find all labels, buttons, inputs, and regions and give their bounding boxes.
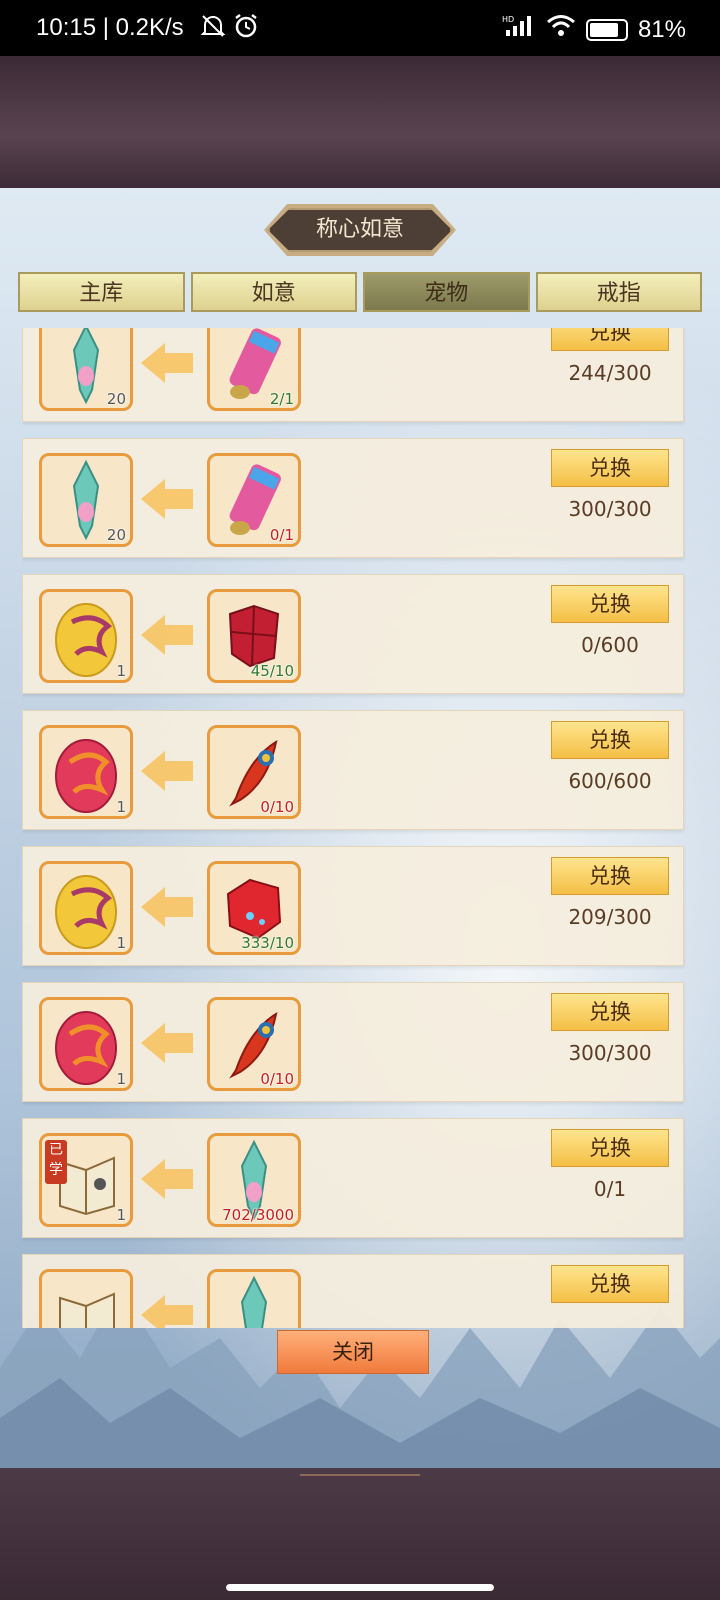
status-right: HD 81% <box>502 14 686 45</box>
reward-count: 20 <box>106 526 126 544</box>
exchange-progress: 300/300 <box>568 497 652 521</box>
learned-badge: 已学 <box>45 1140 67 1184</box>
exchange-button[interactable]: 兑换 <box>551 1265 669 1303</box>
reward-slot[interactable]: 已学 1 <box>39 1133 133 1227</box>
exchange-button[interactable]: 兑换 <box>551 585 669 623</box>
reward-count: 1 <box>116 1206 126 1224</box>
skill-book-icon <box>59 1292 115 1328</box>
arrow-left-icon <box>141 1023 193 1063</box>
cost-count: 0/10 <box>260 798 294 816</box>
exchange-button[interactable]: 兑换 <box>551 721 669 759</box>
exchange-progress: 0/1 <box>593 1177 627 1201</box>
exchange-progress: 244/300 <box>568 361 652 385</box>
alarm-icon <box>232 12 260 47</box>
exchange-progress: 0/600 <box>581 633 639 657</box>
exchange-row: 已学 1 702/3000 兑换 0/1 <box>22 1118 684 1238</box>
exchange-row: 20 0/1 兑换 300/300 <box>22 438 684 558</box>
reward-slot[interactable]: 1 <box>39 861 133 955</box>
exchange-progress: 300/300 <box>568 1041 652 1065</box>
exchange-row: 1 333/10 兑换 209/300 <box>22 846 684 966</box>
exchange-button[interactable]: 兑换 <box>551 328 669 351</box>
cost-count: 45/10 <box>250 662 294 680</box>
exchange-list[interactable]: 20 2/1 兑换 244/300 20 0/1 兑换 300/300 1 45… <box>22 328 698 1328</box>
dialog-title: 称心如意 <box>268 208 452 252</box>
reward-count: 1 <box>116 798 126 816</box>
exchange-button[interactable]: 兑换 <box>551 449 669 487</box>
mute-bell-icon <box>200 12 226 47</box>
arrow-left-icon <box>141 887 193 927</box>
arrow-left-icon <box>141 1159 193 1199</box>
bottom-frame <box>0 1468 720 1600</box>
reward-slot[interactable]: 1 <box>39 725 133 819</box>
cost-count: 2/1 <box>269 390 294 408</box>
tab-pet[interactable]: 宠物 <box>363 272 530 312</box>
svg-text:HD: HD <box>502 15 514 24</box>
reward-count: 20 <box>106 390 126 408</box>
close-button[interactable]: 关闭 <box>277 1330 429 1374</box>
tab-ring[interactable]: 戒指 <box>535 272 702 312</box>
status-bar: 10:15 | 0.2K/s HD 81% <box>0 0 720 56</box>
hd-signal-icon: HD <box>502 14 536 45</box>
exchange-progress: 209/300 <box>568 905 652 929</box>
top-frame <box>0 56 720 188</box>
exchange-progress: 600/600 <box>568 769 652 793</box>
reward-slot[interactable]: 1 <box>39 589 133 683</box>
reward-slot[interactable]: 1 <box>39 997 133 1091</box>
tab-main-library[interactable]: 主库 <box>18 272 185 312</box>
cost-slot[interactable]: 0/10 <box>207 725 301 819</box>
wifi-icon <box>546 14 576 45</box>
cost-slot[interactable]: 2/1 <box>207 328 301 411</box>
tab-bar: 主库 如意 宠物 戒指 <box>18 272 702 314</box>
exchange-row: 兑换 <box>22 1254 684 1328</box>
cost-slot[interactable] <box>207 1269 301 1328</box>
battery-icon <box>585 18 628 41</box>
cost-count: 333/10 <box>241 934 294 952</box>
reward-count: 1 <box>116 662 126 680</box>
exchange-button[interactable]: 兑换 <box>551 857 669 895</box>
exchange-row: 1 0/10 兑换 600/600 <box>22 710 684 830</box>
status-time: 10:15 | 0.2K/s <box>36 14 184 41</box>
arrow-left-icon <box>141 479 193 519</box>
home-indicator[interactable] <box>226 1584 494 1591</box>
arrow-left-icon <box>141 751 193 791</box>
battery-percent: 81% <box>637 15 686 43</box>
exchange-dialog: 称心如意 主库 如意 宠物 戒指 20 2/1 兑换 244/300 20 0/… <box>0 188 720 1468</box>
exchange-row: 1 0/10 兑换 300/300 <box>22 982 684 1102</box>
jade-sword-icon <box>240 1275 268 1328</box>
reward-slot[interactable] <box>39 1269 133 1328</box>
cost-count: 0/10 <box>260 1070 294 1088</box>
cost-slot[interactable]: 45/10 <box>207 589 301 683</box>
cost-slot[interactable]: 0/10 <box>207 997 301 1091</box>
reward-slot[interactable]: 20 <box>39 328 133 411</box>
exchange-button[interactable]: 兑换 <box>551 993 669 1031</box>
arrow-left-icon <box>141 1295 193 1328</box>
arrow-left-icon <box>141 343 193 383</box>
arrow-left-icon <box>141 615 193 655</box>
exchange-row: 1 45/10 兑换 0/600 <box>22 574 684 694</box>
exchange-button[interactable]: 兑换 <box>551 1129 669 1167</box>
tab-ruyi[interactable]: 如意 <box>190 272 357 312</box>
reward-slot[interactable]: 20 <box>39 453 133 547</box>
reward-count: 1 <box>116 934 126 952</box>
exchange-row: 20 2/1 兑换 244/300 <box>22 328 684 422</box>
cost-slot[interactable]: 333/10 <box>207 861 301 955</box>
cost-count: 702/3000 <box>222 1206 294 1224</box>
reward-count: 1 <box>116 1070 126 1088</box>
cost-slot[interactable]: 0/1 <box>207 453 301 547</box>
cost-slot[interactable]: 702/3000 <box>207 1133 301 1227</box>
cost-count: 0/1 <box>269 526 294 544</box>
